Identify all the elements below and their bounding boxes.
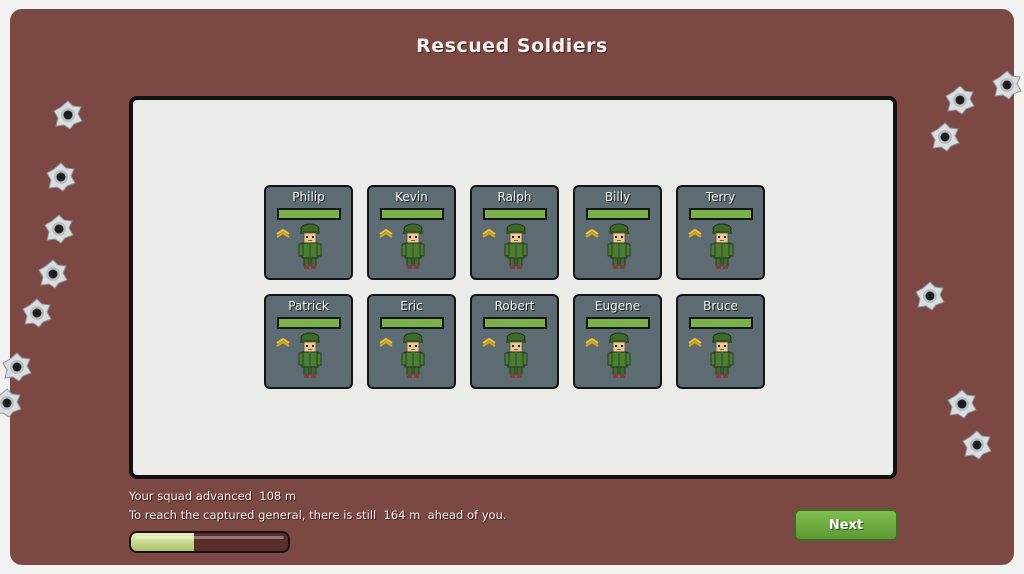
bullet-hole-icon <box>962 430 992 460</box>
corporal-chevron-icon <box>688 223 702 238</box>
soldier-card[interactable]: Robert <box>470 294 559 389</box>
bullet-hole-icon <box>0 388 22 418</box>
bullet-hole-icon <box>22 298 52 328</box>
soldier-health-bar <box>586 317 650 329</box>
soldier-sprite-icon <box>502 331 530 379</box>
soldier-name: Ralph <box>497 190 532 204</box>
soldier-sprite-icon <box>502 222 530 270</box>
soldier-name: Robert <box>494 299 535 313</box>
soldier-name: Eric <box>400 299 423 313</box>
bullet-hole-icon <box>945 85 975 115</box>
next-button[interactable]: Next <box>794 509 898 541</box>
bullet-hole-icon <box>947 389 977 419</box>
distance-remaining-text: To reach the captured general, there is … <box>129 508 507 522</box>
soldier-name: Eugene <box>594 299 641 313</box>
soldier-sprite-icon <box>296 331 324 379</box>
soldier-card[interactable]: Patrick <box>264 294 353 389</box>
soldier-health-bar <box>483 317 547 329</box>
soldier-sprite-icon <box>605 222 633 270</box>
soldier-card[interactable]: Bruce <box>676 294 765 389</box>
game-background: Rescued Soldiers Philip Kevin Ralph Bill… <box>10 9 1014 565</box>
soldier-health-bar <box>277 208 341 220</box>
bullet-hole-icon <box>44 214 74 244</box>
soldier-health-bar <box>277 317 341 329</box>
soldier-grid: Philip Kevin Ralph Billy Terry Patrick E… <box>264 185 765 389</box>
soldier-sprite-icon <box>399 331 427 379</box>
soldier-name: Philip <box>292 190 325 204</box>
screen-title: Rescued Soldiers <box>416 35 608 57</box>
corporal-chevron-icon <box>482 332 496 347</box>
soldier-card[interactable]: Philip <box>264 185 353 280</box>
soldier-health-bar <box>483 208 547 220</box>
soldier-name: Billy <box>604 190 631 204</box>
bullet-hole-icon <box>930 122 960 152</box>
soldier-health-bar <box>586 208 650 220</box>
progress-shine <box>135 536 284 539</box>
soldier-sprite-icon <box>296 222 324 270</box>
bullet-hole-icon <box>38 259 68 289</box>
soldier-name: Kevin <box>395 190 428 204</box>
soldier-card[interactable]: Eugene <box>573 294 662 389</box>
corporal-chevron-icon <box>585 332 599 347</box>
soldier-health-bar <box>380 208 444 220</box>
corporal-chevron-icon <box>276 332 290 347</box>
corporal-chevron-icon <box>585 223 599 238</box>
soldier-name: Terry <box>705 190 736 204</box>
soldier-health-bar <box>689 317 753 329</box>
soldier-health-bar <box>689 208 753 220</box>
soldier-card[interactable]: Terry <box>676 185 765 280</box>
soldier-card[interactable]: Ralph <box>470 185 559 280</box>
corporal-chevron-icon <box>379 223 393 238</box>
distance-advanced-text: Your squad advanced 108 m <box>129 489 297 503</box>
soldier-sprite-icon <box>708 222 736 270</box>
soldier-name: Patrick <box>288 299 329 313</box>
soldier-sprite-icon <box>399 222 427 270</box>
corporal-chevron-icon <box>379 332 393 347</box>
soldier-sprite-icon <box>605 331 633 379</box>
corporal-chevron-icon <box>276 223 290 238</box>
bullet-hole-icon <box>992 70 1022 100</box>
bullet-hole-icon <box>2 352 32 382</box>
corporal-chevron-icon <box>688 332 702 347</box>
soldier-card[interactable]: Billy <box>573 185 662 280</box>
soldier-health-bar <box>380 317 444 329</box>
soldier-sprite-icon <box>708 331 736 379</box>
soldier-panel: Philip Kevin Ralph Billy Terry Patrick E… <box>129 96 897 479</box>
soldier-card[interactable]: Kevin <box>367 185 456 280</box>
soldier-name: Bruce <box>703 299 738 313</box>
corporal-chevron-icon <box>482 223 496 238</box>
bullet-hole-icon <box>46 162 76 192</box>
mission-progress-bar <box>129 531 290 553</box>
bullet-hole-icon <box>915 281 945 311</box>
soldier-card[interactable]: Eric <box>367 294 456 389</box>
bullet-hole-icon <box>53 100 83 130</box>
